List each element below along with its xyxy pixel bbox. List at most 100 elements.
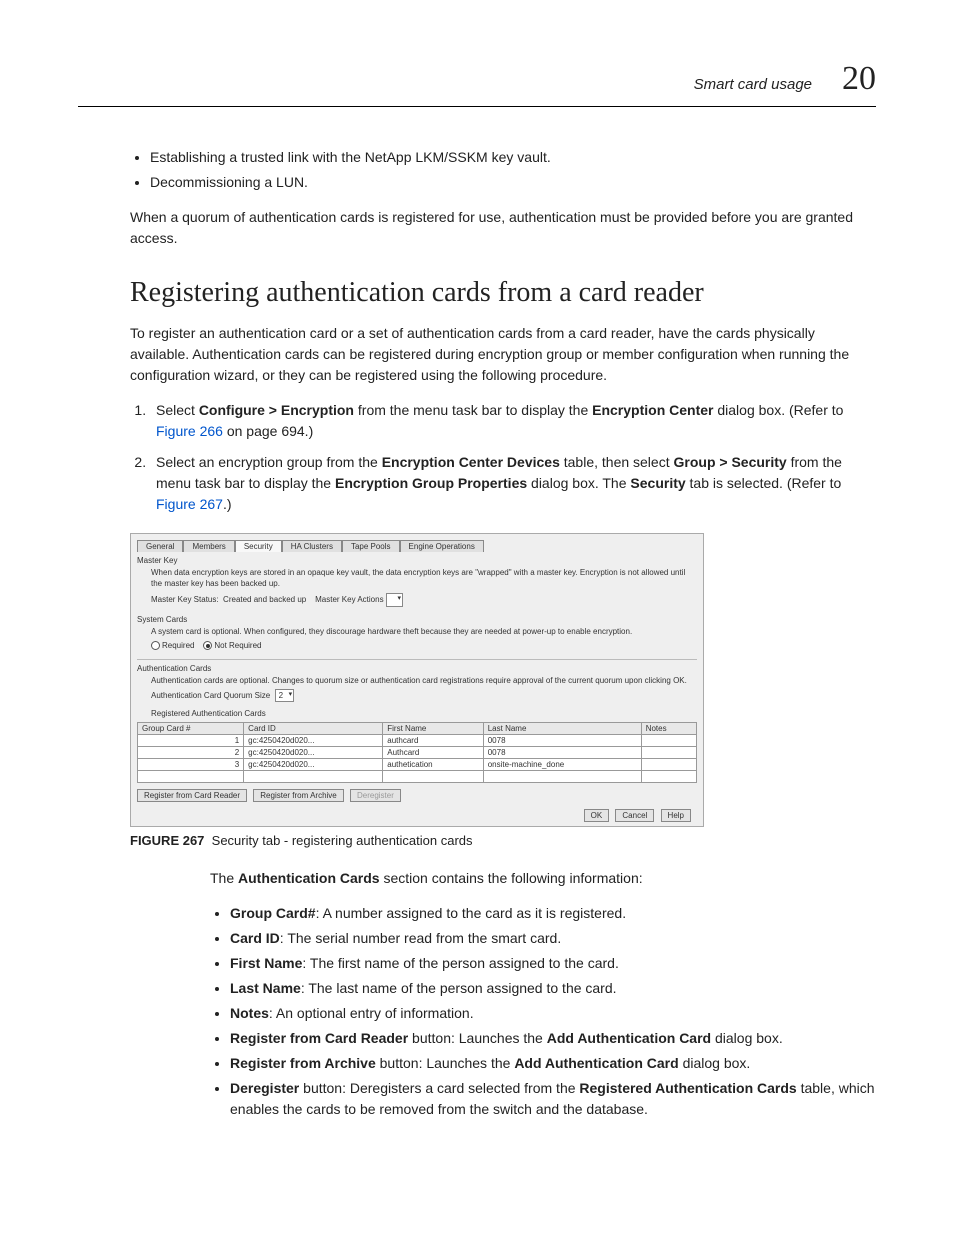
section-name: Authentication Cards [238,870,380,886]
text: section contains the following informati… [380,870,643,886]
table-row[interactable]: 1 gc:4250420d020... authcard 0078 [138,734,697,746]
cell: 2 [138,746,244,758]
text: dialog box. The [527,475,630,491]
list-item: Card ID: The serial number read from the… [230,928,876,949]
cell: onsite-machine_done [483,758,641,770]
radio-required-label: Required [162,641,194,650]
col-last-name: Last Name [483,722,641,734]
mk-actions-label: Master Key Actions [315,595,383,604]
registered-cards-table: Group Card # Card ID First Name Last Nam… [137,722,697,783]
list-item: Register from Card Reader button: Launch… [230,1028,876,1049]
dialog-name: Encryption Group Properties [335,475,527,491]
master-key-desc: When data encryption keys are stored in … [151,567,697,589]
step-1: Select Configure > Encryption from the m… [150,400,876,442]
cancel-button[interactable]: Cancel [615,809,654,822]
text: : An optional entry of information. [269,1005,474,1021]
auth-cards-label: Authentication Cards [137,659,697,673]
deregister-button[interactable]: Deregister [350,789,401,802]
term: Group Card# [230,905,316,921]
tab-members[interactable]: Members [183,540,234,552]
figure-link[interactable]: Figure 267 [156,496,223,512]
mk-status-value: Created and backed up [223,595,306,604]
term: Deregister [230,1080,299,1096]
mk-actions-select[interactable] [386,593,403,606]
running-header: Smart card usage [694,76,812,93]
text: button: Launches the [408,1030,547,1046]
chapter-number: 20 [842,60,876,98]
step-2: Select an encryption group from the Encr… [150,452,876,515]
register-from-archive-button[interactable]: Register from Archive [253,789,343,802]
list-item: Notes: An optional entry of information. [230,1003,876,1024]
dialog-name: Add Authentication Card [514,1055,678,1071]
registered-cards-label: Registered Authentication Cards [151,708,697,719]
master-key-label: Master Key [137,556,697,565]
text: dialog box. [679,1055,751,1071]
text: on page 694.) [223,423,313,439]
list-item: First Name: The first name of the person… [230,953,876,974]
tab-tape-pools[interactable]: Tape Pools [342,540,400,552]
after-paragraph: The Authentication Cards section contain… [210,868,876,889]
term: Register from Card Reader [230,1030,408,1046]
text: The [210,870,238,886]
term: Card ID [230,930,280,946]
quorum-label: Authentication Card Quorum Size [151,691,270,700]
term: Notes [230,1005,269,1021]
table-name: Registered Authentication Cards [579,1080,796,1096]
mk-status-label: Master Key Status: [151,595,219,604]
tab-ha-clusters[interactable]: HA Clusters [282,540,342,552]
tab-security[interactable]: Security [235,540,282,552]
term: Register from Archive [230,1055,376,1071]
help-button[interactable]: Help [661,809,691,822]
auth-cards-desc: Authentication cards are optional. Chang… [151,675,697,686]
term: First Name [230,955,302,971]
system-cards-desc: A system card is optional. When configur… [151,626,697,637]
list-item: Decommissioning a LUN. [150,172,876,193]
text: button: Launches the [376,1055,515,1071]
text: Select an encryption group from the [156,454,382,470]
text: .) [223,496,232,512]
list-item: Establishing a trusted link with the Net… [150,147,876,168]
figure-link[interactable]: Figure 266 [156,423,223,439]
figure-caption: FIGURE 267 Security tab - registering au… [130,833,876,848]
text: Select [156,402,199,418]
col-group-card: Group Card # [138,722,244,734]
col-notes: Notes [641,722,696,734]
text: dialog box. [711,1030,783,1046]
table-row[interactable]: 3 gc:4250420d020... authetication onsite… [138,758,697,770]
ok-button[interactable]: OK [584,809,610,822]
cell [641,734,696,746]
dialog-name: Encryption Center [592,402,713,418]
list-item: Register from Archive button: Launches t… [230,1053,876,1074]
dialog-name: Add Authentication Card [547,1030,711,1046]
text: : The first name of the person assigned … [302,955,618,971]
text: : The last name of the person assigned t… [301,980,617,996]
register-from-card-reader-button[interactable]: Register from Card Reader [137,789,247,802]
figure-caption-text: Security tab - registering authenticatio… [212,833,473,848]
table-row[interactable] [138,770,697,782]
cell: gc:4250420d020... [244,734,383,746]
col-first-name: First Name [383,722,483,734]
cell: 0078 [483,746,641,758]
figure-267: General Members Security HA Clusters Tap… [130,533,704,827]
figure-label: FIGURE 267 [130,833,204,848]
radio-required[interactable] [151,641,160,650]
cell [641,758,696,770]
tab-general[interactable]: General [137,540,183,552]
quorum-select[interactable]: 2 [275,689,294,702]
menu-path: Configure > Encryption [199,402,354,418]
text: table, then select [560,454,674,470]
radio-not-required[interactable] [203,641,212,650]
cell: gc:4250420d020... [244,758,383,770]
tab-engine-operations[interactable]: Engine Operations [400,540,484,552]
procedure-steps: Select Configure > Encryption from the m… [130,400,876,515]
cell: 1 [138,734,244,746]
cell: Authcard [383,746,483,758]
menu-path: Group > Security [674,454,787,470]
cell: authcard [383,734,483,746]
cell: 0078 [483,734,641,746]
cell: authetication [383,758,483,770]
table-row[interactable]: 2 gc:4250420d020... Authcard 0078 [138,746,697,758]
cell [641,746,696,758]
section-intro: To register an authentication card or a … [130,323,876,386]
tab-name: Security [630,475,685,491]
